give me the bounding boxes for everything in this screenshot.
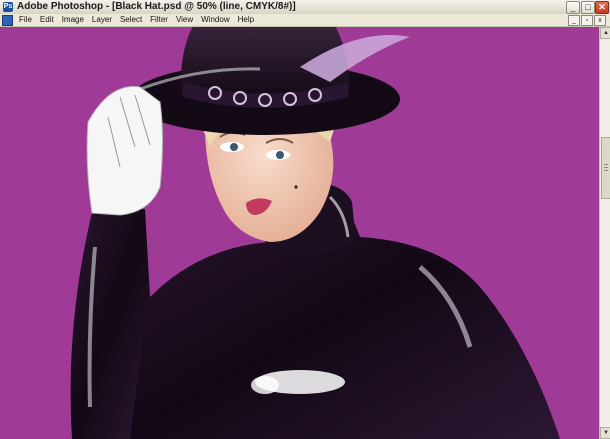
document-canvas[interactable] bbox=[0, 27, 599, 439]
menu-filter[interactable]: Filter bbox=[146, 14, 172, 26]
photoshop-app-icon[interactable]: Ps bbox=[3, 2, 13, 12]
left-iris bbox=[230, 143, 238, 151]
menu-items: File Edit Image Layer Select Filter View… bbox=[15, 14, 258, 26]
close-button[interactable]: ✕ bbox=[595, 1, 609, 14]
right-iris bbox=[276, 151, 284, 159]
window-title: Adobe Photoshop - [Black Hat.psd @ 50% (… bbox=[17, 1, 296, 12]
artwork-illustration bbox=[70, 27, 560, 439]
menu-edit[interactable]: Edit bbox=[36, 14, 58, 26]
scroll-down-arrow-icon[interactable]: ▼ bbox=[600, 427, 610, 439]
thumb-grip-line bbox=[604, 170, 608, 171]
maximize-button[interactable]: □ bbox=[581, 1, 595, 14]
thumb-grip-line bbox=[604, 164, 608, 165]
minimize-button[interactable]: _ bbox=[566, 1, 580, 14]
menu-image[interactable]: Image bbox=[58, 14, 88, 26]
app-icon-label: Ps bbox=[3, 3, 13, 10]
beauty-mark bbox=[294, 185, 298, 189]
title-bar: Ps Adobe Photoshop - [Black Hat.psd @ 50… bbox=[0, 0, 610, 15]
doc-minimize-button[interactable]: _ bbox=[568, 15, 580, 26]
document-window-controls: _ ▫ x bbox=[568, 15, 606, 26]
thumb-grip-line bbox=[604, 167, 608, 168]
document-icon[interactable] bbox=[2, 15, 13, 26]
menu-layer[interactable]: Layer bbox=[88, 14, 116, 26]
menu-select[interactable]: Select bbox=[116, 14, 146, 26]
doc-restore-button[interactable]: ▫ bbox=[581, 15, 593, 26]
doc-close-button[interactable]: x bbox=[594, 15, 606, 26]
scroll-up-arrow-icon[interactable]: ▲ bbox=[600, 27, 610, 39]
menu-help[interactable]: Help bbox=[234, 14, 258, 26]
scrollbar-thumb[interactable] bbox=[601, 137, 610, 199]
menu-file[interactable]: File bbox=[15, 14, 36, 26]
menu-bar: File Edit Image Layer Select Filter View… bbox=[0, 14, 610, 27]
white-glove-hand bbox=[86, 85, 163, 216]
menu-window[interactable]: Window bbox=[197, 14, 233, 26]
menu-view[interactable]: View bbox=[172, 14, 197, 26]
vertical-scrollbar[interactable]: ▲ ▼ bbox=[599, 27, 610, 439]
bodysuit-highlight-2 bbox=[251, 376, 279, 394]
